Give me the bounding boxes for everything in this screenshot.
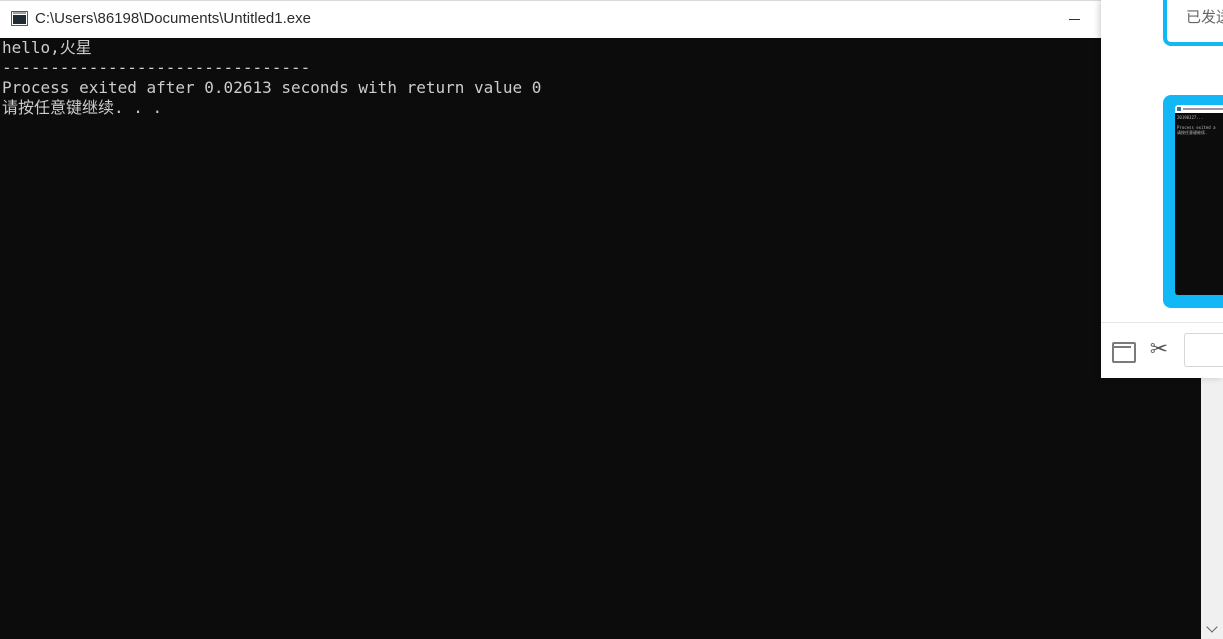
console-line: hello,火星 xyxy=(2,38,92,57)
chat-divider xyxy=(1101,322,1223,323)
vertical-scrollbar[interactable] xyxy=(1201,370,1223,639)
console-line: -------------------------------- xyxy=(2,58,311,77)
chat-image-bubble[interactable]: 20190327... Process exited a 请按任意键继续. xyxy=(1163,95,1223,308)
window-title: C:\Users\86198\Documents\Untitled1.exe xyxy=(35,10,311,27)
console-line: 请按任意键继续. . . xyxy=(2,98,163,117)
console-window: C:\Users\86198\Documents\Untitled1.exe h… xyxy=(0,0,1223,639)
thumbnail-titlebar xyxy=(1175,105,1223,113)
console-line: Process exited after 0.02613 seconds wit… xyxy=(2,78,542,97)
thumbnail-line: 20190327... xyxy=(1177,115,1204,120)
chat-panel: 已发送 20190327... Process exited a 请按任意键继续… xyxy=(1101,0,1223,378)
chat-message-text: 已发送 xyxy=(1186,9,1223,26)
scissors-icon[interactable]: ✂ xyxy=(1147,338,1171,362)
chevron-down-icon[interactable] xyxy=(1207,623,1217,633)
folder-icon[interactable] xyxy=(1111,338,1136,363)
desktop: C:\Users\86198\Documents\Untitled1.exe h… xyxy=(0,0,1223,639)
chat-input[interactable] xyxy=(1184,333,1223,367)
window-titlebar[interactable]: C:\Users\86198\Documents\Untitled1.exe xyxy=(0,0,1101,38)
chat-message-bubble[interactable]: 已发送 xyxy=(1163,0,1223,46)
console-app-icon xyxy=(11,11,28,26)
minimize-icon[interactable] xyxy=(1058,7,1092,33)
screenshot-thumbnail[interactable]: 20190327... Process exited a 请按任意键继续. xyxy=(1175,105,1223,295)
console-output[interactable]: hello,火星 -------------------------------… xyxy=(0,38,1201,639)
thumbnail-line: 请按任意键继续. xyxy=(1177,130,1208,135)
